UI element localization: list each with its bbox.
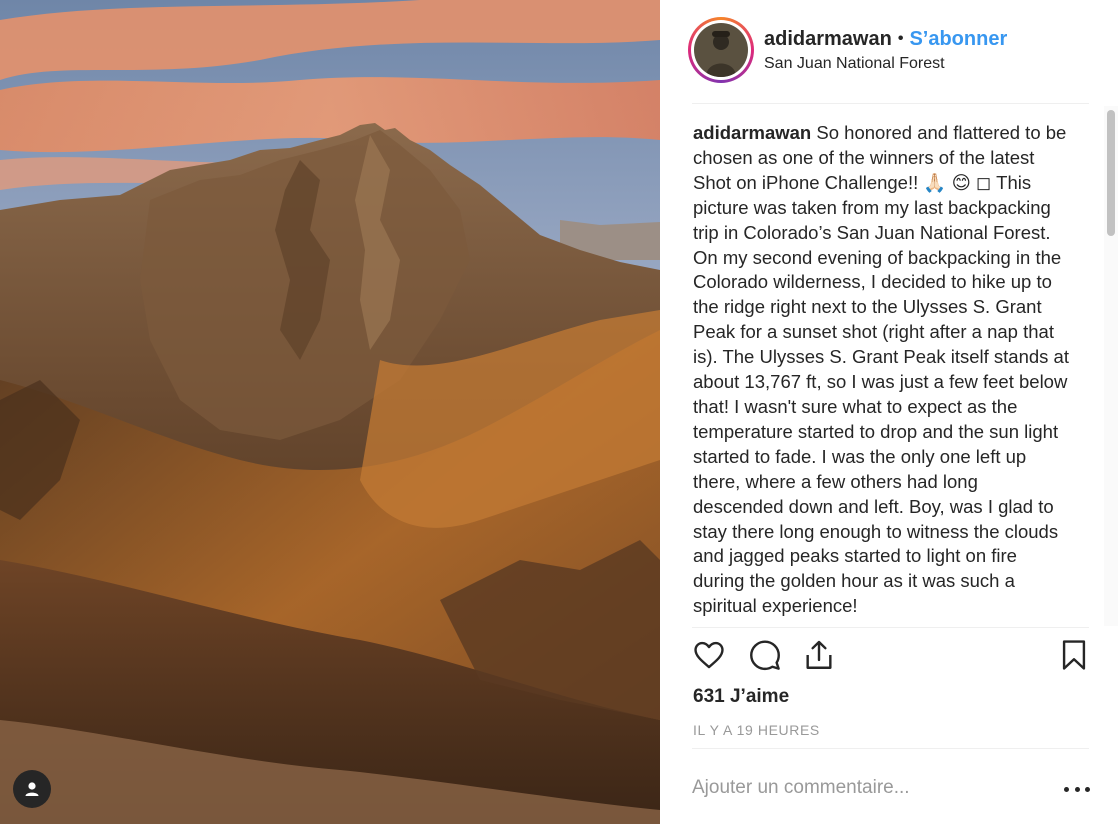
- divider: [692, 103, 1089, 104]
- share-icon[interactable]: [802, 638, 836, 672]
- post-timestamp[interactable]: IL Y A 19 HEURES: [693, 722, 820, 738]
- more-icon[interactable]: [1064, 779, 1090, 799]
- follow-button[interactable]: S’abonner: [909, 27, 1007, 51]
- likes-count[interactable]: 631 J’aime: [693, 686, 789, 708]
- post-caption: adidarmawan So honored and flattered to …: [693, 121, 1073, 626]
- bookmark-icon[interactable]: [1057, 638, 1091, 672]
- avatar[interactable]: [688, 17, 754, 83]
- separator-dot: •: [897, 30, 904, 47]
- username-link[interactable]: adidarmawan: [764, 27, 892, 51]
- comment-input[interactable]: [692, 770, 1032, 806]
- comment-icon[interactable]: [748, 638, 782, 672]
- divider: [692, 627, 1089, 628]
- mountain-photo: [0, 0, 660, 824]
- location-link[interactable]: San Juan National Forest: [764, 55, 1007, 73]
- post-photo[interactable]: [0, 0, 660, 824]
- user-tag-icon[interactable]: [13, 770, 51, 808]
- heart-icon[interactable]: [692, 638, 726, 672]
- avatar-image: [694, 23, 748, 77]
- scrollbar-thumb[interactable]: [1107, 110, 1115, 236]
- post-header: adidarmawan • S’abonner San Juan Nationa…: [688, 16, 1090, 84]
- caption-text: So honored and flattered to be chosen as…: [693, 122, 1069, 617]
- action-bar: [692, 638, 1089, 678]
- caption-username[interactable]: adidarmawan: [693, 122, 811, 143]
- caption-scrollbar[interactable]: [1104, 106, 1118, 626]
- post-side-panel: adidarmawan • S’abonner San Juan Nationa…: [660, 0, 1120, 824]
- divider: [692, 748, 1089, 749]
